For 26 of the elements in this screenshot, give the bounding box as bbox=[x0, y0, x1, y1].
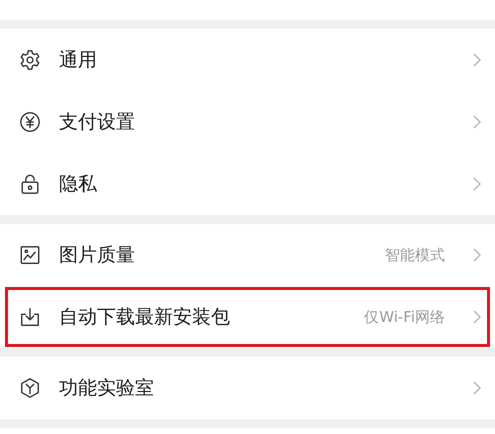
cube-icon bbox=[19, 377, 41, 399]
chevron-icon bbox=[473, 381, 481, 395]
chevron-icon bbox=[473, 248, 481, 262]
chevron-icon bbox=[473, 53, 481, 67]
item-value: 智能模式 bbox=[385, 246, 445, 264]
item-label: 隐私 bbox=[59, 172, 98, 197]
item-label: 支付设置 bbox=[59, 110, 136, 135]
settings-item[interactable]: 支付设置 bbox=[0, 91, 495, 153]
yen-icon bbox=[19, 111, 41, 133]
chevron-icon bbox=[473, 310, 481, 324]
item-label: 通用 bbox=[59, 48, 98, 73]
chevron-icon bbox=[473, 177, 481, 191]
settings-item[interactable]: 自动下载最新安装包 仅Wi-Fi网络 bbox=[4, 286, 491, 348]
download-icon bbox=[19, 306, 41, 328]
settings-item[interactable]: 通用 bbox=[0, 29, 495, 91]
settings-item[interactable]: 功能实验室 bbox=[0, 357, 495, 419]
item-label: 图片质量 bbox=[59, 243, 136, 268]
chevron-icon bbox=[473, 115, 481, 129]
item-label: 自动下载最新安装包 bbox=[59, 305, 231, 330]
settings-item[interactable]: 隐私 bbox=[0, 153, 495, 215]
image-icon bbox=[19, 244, 41, 266]
lock-icon bbox=[19, 173, 41, 195]
settings-item[interactable]: 图片质量 智能模式 bbox=[0, 224, 495, 286]
gear-icon bbox=[19, 49, 41, 71]
item-value: 仅Wi-Fi网络 bbox=[364, 308, 445, 326]
item-label: 功能实验室 bbox=[59, 376, 155, 401]
